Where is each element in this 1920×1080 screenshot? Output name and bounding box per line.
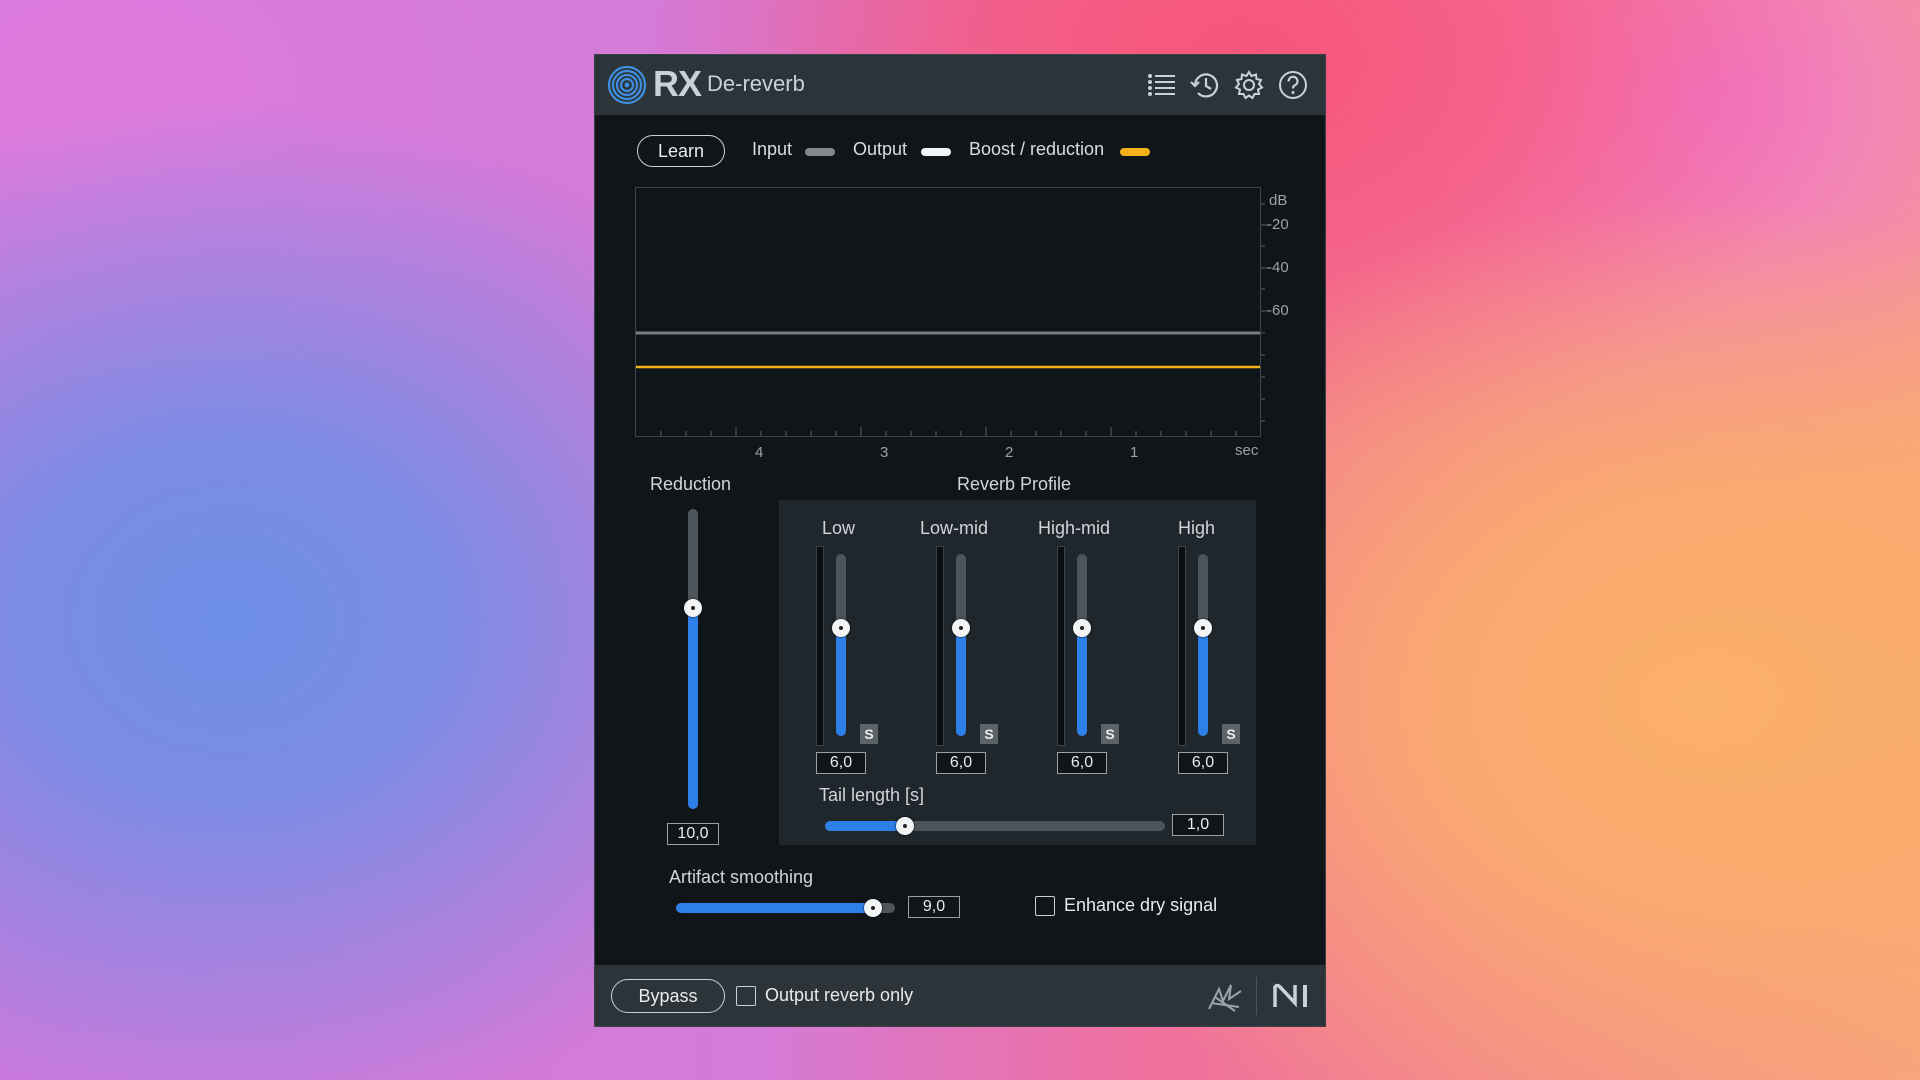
history-icon[interactable] xyxy=(1189,69,1221,101)
tail-length-value-field[interactable]: 1,0 xyxy=(1172,814,1224,836)
solo-button-high[interactable]: S xyxy=(1222,724,1240,744)
reverb-profile-title: Reverb Profile xyxy=(957,474,1072,494)
band-value-field-low-mid[interactable]: 6,0 xyxy=(936,752,986,774)
artifact-smoothing-slider-fill xyxy=(676,903,874,913)
reduction-slider-handle[interactable] xyxy=(684,599,702,617)
de-reverb-plugin-window: RX De-reverb Learn Input Output Boost / … xyxy=(594,54,1326,1027)
legend-output-label: Output xyxy=(853,139,908,159)
x-unit-label: sec xyxy=(1235,442,1259,459)
band-meter-low-mid xyxy=(936,546,944,746)
reverb-display-graph xyxy=(635,187,1261,437)
y-tick-label: -40 xyxy=(1267,259,1289,276)
band-value-field-high[interactable]: 6,0 xyxy=(1178,752,1228,774)
graph-lines xyxy=(636,331,1260,436)
solo-button-low-mid[interactable]: S xyxy=(980,724,998,744)
band-label-high: High xyxy=(1178,518,1216,538)
output-reverb-only-label[interactable]: Output reverb only xyxy=(765,985,913,1006)
x-tick-label: 2 xyxy=(1005,444,1014,461)
help-icon[interactable] xyxy=(1277,69,1309,101)
band-slider-fill-high xyxy=(1198,627,1208,736)
band-slider-handle-high-mid[interactable] xyxy=(1073,619,1091,637)
band-label-high-mid: High-mid xyxy=(1038,518,1111,538)
legend-input-swatch xyxy=(805,148,835,156)
band-value-field-high-mid[interactable]: 6,0 xyxy=(1057,752,1107,774)
x-tick-label: 1 xyxy=(1130,444,1139,461)
band-value-field-low[interactable]: 6,0 xyxy=(816,752,866,774)
band-meter-high-mid xyxy=(1057,546,1065,746)
band-slider-fill-high-mid xyxy=(1077,627,1087,736)
legend-input-label: Input xyxy=(752,139,793,159)
x-minor-ticks xyxy=(660,427,1237,436)
artifact-smoothing-label: Artifact smoothing xyxy=(669,867,814,887)
solo-button-high-mid[interactable]: S xyxy=(1101,724,1119,744)
band-meter-high xyxy=(1178,546,1186,746)
bypass-button[interactable]: Bypass xyxy=(611,979,725,1013)
tail-length-label: Tail length [s] xyxy=(819,785,925,805)
legend-output-swatch xyxy=(921,148,951,156)
solo-button-low[interactable]: S xyxy=(860,724,878,744)
band-slider-handle-low-mid[interactable] xyxy=(952,619,970,637)
legend-boost-swatch xyxy=(1120,148,1150,156)
reduction-label: Reduction xyxy=(650,474,732,494)
module-name: De-reverb xyxy=(707,71,805,96)
reduction-value-field[interactable]: 10,0 xyxy=(667,823,719,845)
band-slider-fill-low-mid xyxy=(956,627,966,736)
band-slider-handle-high[interactable] xyxy=(1194,619,1212,637)
enhance-dry-signal-checkbox[interactable] xyxy=(1035,896,1055,916)
band-meter-low xyxy=(816,546,824,746)
gear-icon[interactable] xyxy=(1233,69,1265,101)
output-reverb-only-checkbox[interactable] xyxy=(736,986,756,1006)
product-name: RX xyxy=(653,63,702,104)
y-unit-label: dB xyxy=(1269,192,1288,209)
band-label-low-mid: Low-mid xyxy=(920,518,989,538)
learn-button[interactable]: Learn xyxy=(637,135,725,167)
legend-boost-label: Boost / reduction xyxy=(969,139,1105,159)
artifact-smoothing-value-field[interactable]: 9,0 xyxy=(908,896,960,918)
artifact-smoothing-slider-handle[interactable] xyxy=(864,899,882,917)
footer-divider xyxy=(1256,977,1257,1015)
reduction-slider-fill xyxy=(688,607,698,809)
plugin-header: RX De-reverb xyxy=(595,55,1325,115)
reverb-profile-panel: Low S 6,0 Low-mid S 6,0 High-mid S 6,0 H… xyxy=(779,500,1256,845)
enhance-dry-signal-label[interactable]: Enhance dry signal xyxy=(1064,895,1217,916)
y-tick-label: -60 xyxy=(1267,302,1289,319)
ni-logo-icon xyxy=(1273,983,1307,1008)
tail-length-slider-handle[interactable] xyxy=(896,817,914,835)
band-slider-handle-low[interactable] xyxy=(832,619,850,637)
list-icon[interactable] xyxy=(1145,69,1177,101)
band-label-low: Low xyxy=(822,518,856,538)
x-tick-label: 4 xyxy=(755,444,764,461)
izotope-signature-icon xyxy=(1208,984,1242,1012)
tail-length-slider-fill xyxy=(825,821,905,831)
band-slider-fill-low xyxy=(836,627,846,736)
x-tick-label: 3 xyxy=(880,444,889,461)
plugin-footer: Bypass Output reverb only xyxy=(595,965,1325,1026)
y-tick-label: -20 xyxy=(1267,216,1289,233)
rx-logo-icon xyxy=(607,65,647,105)
